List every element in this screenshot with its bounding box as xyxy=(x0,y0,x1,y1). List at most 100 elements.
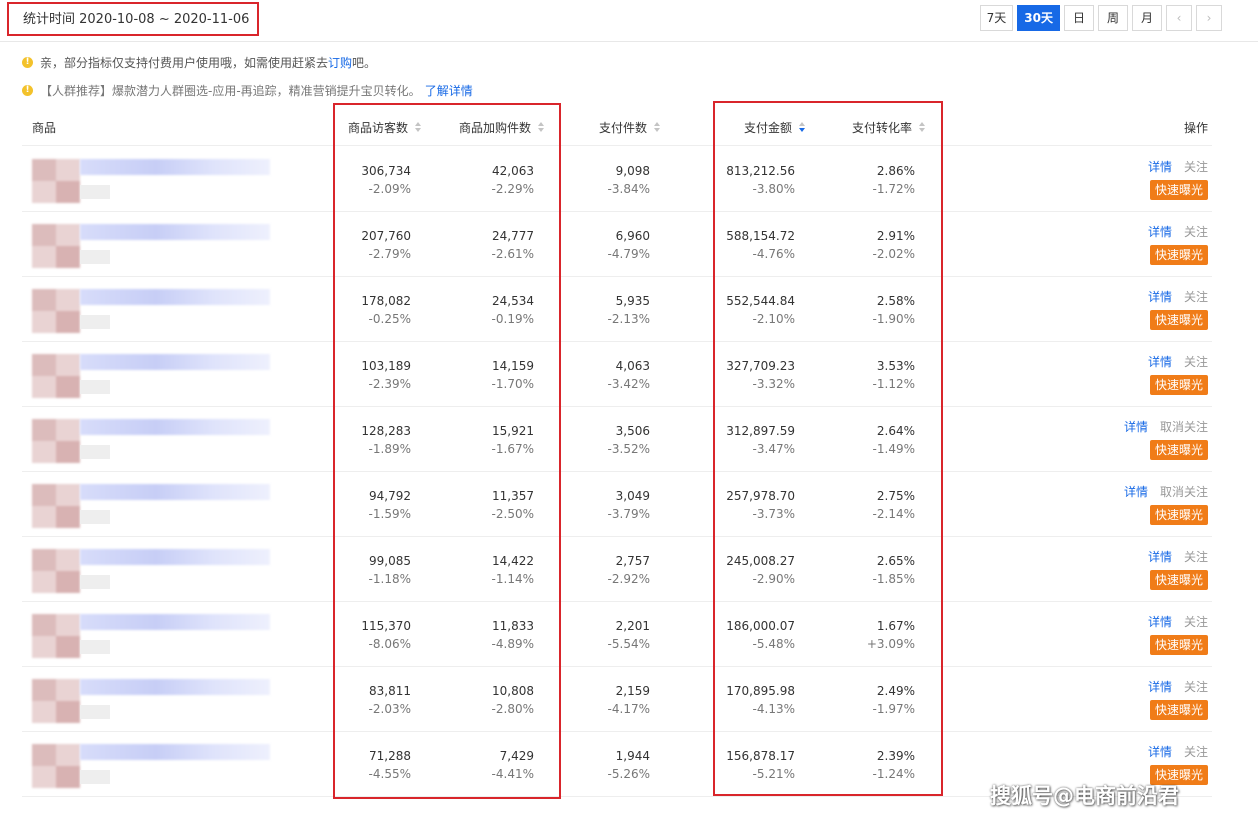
range-30day-button[interactable]: 30天 xyxy=(1017,5,1060,31)
detail-link[interactable]: 详情 xyxy=(1148,225,1172,239)
visitors-change: -2.79% xyxy=(368,247,411,261)
follow-link[interactable]: 关注 xyxy=(1184,355,1208,369)
amount-value: 327,709.23 xyxy=(726,359,795,373)
product-cell[interactable] xyxy=(32,342,292,406)
product-cell[interactable] xyxy=(32,732,292,796)
col-paid-amount[interactable]: 支付金额 xyxy=(744,110,806,146)
product-cell[interactable] xyxy=(32,407,292,471)
product-name-blurred[interactable] xyxy=(80,484,270,500)
cart-change: -1.14% xyxy=(491,572,534,586)
product-cell[interactable] xyxy=(32,212,292,276)
follow-link[interactable]: 关注 xyxy=(1184,680,1208,694)
product-name-blurred[interactable] xyxy=(80,354,270,370)
product-name-blurred[interactable] xyxy=(80,744,270,760)
product-name-blurred[interactable] xyxy=(80,224,270,240)
range-month-button[interactable]: 月 xyxy=(1132,5,1162,31)
product-cell[interactable] xyxy=(32,602,292,666)
product-cell[interactable] xyxy=(32,147,292,211)
detail-link[interactable]: 详情 xyxy=(1148,355,1172,369)
product-name-blurred[interactable] xyxy=(80,289,270,305)
follow-link[interactable]: 关注 xyxy=(1184,160,1208,174)
product-name-blurred[interactable] xyxy=(80,614,270,630)
follow-link[interactable]: 关注 xyxy=(1184,225,1208,239)
col-cart[interactable]: 商品加购件数 xyxy=(459,110,545,146)
detail-link[interactable]: 详情 xyxy=(1148,680,1172,694)
follow-link[interactable]: 取消关注 xyxy=(1160,485,1208,499)
product-name-blurred[interactable] xyxy=(80,159,270,175)
detail-link[interactable]: 详情 xyxy=(1148,290,1172,304)
product-subtitle-blurred xyxy=(80,185,110,199)
amount-cell: 813,212.56 -3.80% xyxy=(726,162,795,198)
col-visitors[interactable]: 商品访客数 xyxy=(348,110,422,146)
range-7day-button[interactable]: 7天 xyxy=(979,5,1014,31)
paid-qty-value: 2,201 xyxy=(615,619,650,633)
stat-date-range: 统计时间 2020-10-08 ~ 2020-11-06 xyxy=(7,2,259,36)
visitors-change: -0.25% xyxy=(368,312,411,326)
sort-desc-icon[interactable] xyxy=(799,122,806,133)
learn-more-link[interactable]: 了解详情 xyxy=(425,82,473,99)
subscribe-link[interactable]: 订购 xyxy=(328,54,352,71)
quick-expose-button[interactable]: 快速曝光 xyxy=(1149,700,1208,720)
product-thumbnail[interactable] xyxy=(32,744,80,788)
sort-icon[interactable] xyxy=(654,122,661,133)
detail-link[interactable]: 详情 xyxy=(1148,550,1172,564)
product-thumbnail[interactable] xyxy=(32,614,80,658)
conversion-cell: 2.86% -1.72% xyxy=(873,162,915,198)
conversion-value: 2.39% xyxy=(876,749,915,763)
detail-link[interactable]: 详情 xyxy=(1124,485,1148,499)
amount-value: 813,212.56 xyxy=(726,164,795,178)
quick-expose-button[interactable]: 快速曝光 xyxy=(1149,310,1208,330)
ops-cell: 详情 关注 快速曝光 xyxy=(1098,549,1208,590)
product-subtitle-blurred xyxy=(80,250,110,264)
quick-expose-button[interactable]: 快速曝光 xyxy=(1149,375,1208,395)
amount-change: -2.10% xyxy=(752,312,795,326)
detail-link[interactable]: 详情 xyxy=(1148,745,1172,759)
sort-icon[interactable] xyxy=(415,122,422,133)
product-subtitle-blurred xyxy=(80,315,110,329)
product-thumbnail[interactable] xyxy=(32,354,80,398)
product-cell[interactable] xyxy=(32,537,292,601)
quick-expose-button[interactable]: 快速曝光 xyxy=(1149,635,1208,655)
product-thumbnail[interactable] xyxy=(32,679,80,723)
product-name-blurred[interactable] xyxy=(80,679,270,695)
range-day-button[interactable]: 日 xyxy=(1064,5,1094,31)
detail-link[interactable]: 详情 xyxy=(1148,615,1172,629)
next-period-icon[interactable]: › xyxy=(1196,5,1222,31)
product-name-blurred[interactable] xyxy=(80,549,270,565)
amount-cell: 186,000.07 -5.48% xyxy=(726,617,795,653)
product-thumbnail[interactable] xyxy=(32,289,80,333)
follow-link[interactable]: 关注 xyxy=(1184,290,1208,304)
follow-link[interactable]: 关注 xyxy=(1184,745,1208,759)
amount-cell: 588,154.72 -4.76% xyxy=(726,227,795,263)
follow-link[interactable]: 取消关注 xyxy=(1160,420,1208,434)
conversion-cell: 2.58% -1.90% xyxy=(873,292,915,328)
quick-expose-button[interactable]: 快速曝光 xyxy=(1149,245,1208,265)
quick-expose-button[interactable]: 快速曝光 xyxy=(1149,180,1208,200)
follow-link[interactable]: 关注 xyxy=(1184,550,1208,564)
product-thumbnail[interactable] xyxy=(32,419,80,463)
detail-link[interactable]: 详情 xyxy=(1124,420,1148,434)
col-paid-qty[interactable]: 支付件数 xyxy=(599,110,661,146)
prev-period-icon[interactable]: ‹ xyxy=(1166,5,1192,31)
product-thumbnail[interactable] xyxy=(32,224,80,268)
visitors-cell: 306,734 -2.09% xyxy=(361,162,411,198)
quick-expose-button[interactable]: 快速曝光 xyxy=(1149,440,1208,460)
follow-link[interactable]: 关注 xyxy=(1184,615,1208,629)
sort-icon[interactable] xyxy=(538,122,545,133)
product-thumbnail[interactable] xyxy=(32,549,80,593)
quick-expose-button[interactable]: 快速曝光 xyxy=(1149,505,1208,525)
table-row: 178,082 -0.25% 24,534 -0.19% 5,935 -2.13… xyxy=(22,277,1212,342)
product-cell[interactable] xyxy=(32,472,292,536)
product-thumbnail[interactable] xyxy=(32,484,80,528)
product-thumbnail[interactable] xyxy=(32,159,80,203)
amount-value: 552,544.84 xyxy=(726,294,795,308)
product-cell[interactable] xyxy=(32,277,292,341)
product-cell[interactable] xyxy=(32,667,292,731)
detail-link[interactable]: 详情 xyxy=(1148,160,1172,174)
amount-change: -4.76% xyxy=(752,247,795,261)
product-name-blurred[interactable] xyxy=(80,419,270,435)
sort-icon[interactable] xyxy=(919,122,926,133)
col-conversion[interactable]: 支付转化率 xyxy=(852,110,926,146)
quick-expose-button[interactable]: 快速曝光 xyxy=(1149,570,1208,590)
range-week-button[interactable]: 周 xyxy=(1098,5,1128,31)
